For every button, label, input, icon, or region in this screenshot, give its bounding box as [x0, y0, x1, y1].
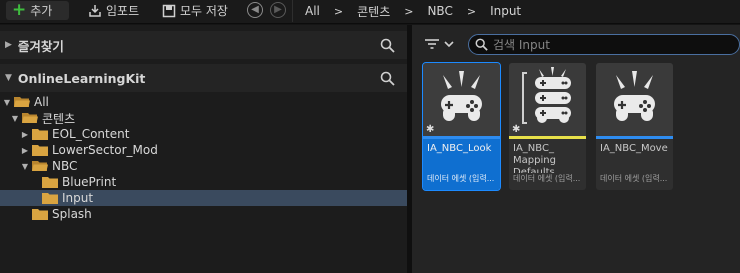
content-browser-toolbar: + 추가 임포트 모두 저장 ◀ ▶ All > 콘텐츠 > NBC > Inp… [0, 0, 740, 24]
expanded-arrow-icon: ▼ [5, 73, 12, 83]
asset-type-color-bar [423, 136, 500, 139]
tree-item-lowersector-mod[interactable]: ▶ LowerSector_Mod [0, 142, 407, 158]
import-button[interactable]: 임포트 [88, 1, 139, 20]
asset-view-panel: ✱ IA_NBC_Look 데이터 에셋 (입력... [412, 25, 740, 273]
favorites-header[interactable]: ▶ 즐겨찾기 [0, 31, 407, 59]
search-input[interactable] [493, 37, 713, 52]
sources-panel: ▶ 즐겨찾기 ▼ OnlineLearningKit ▼ All ▼ 콘텐츠 ▶ [0, 25, 407, 273]
breadcrumb-separator[interactable]: > [467, 5, 476, 18]
tree-item-all[interactable]: ▼ All [0, 94, 407, 110]
collapsed-arrow-icon[interactable]: ▶ [20, 130, 30, 139]
folder-icon [32, 145, 48, 156]
tree-item-blueprint[interactable]: BluePrint [0, 174, 407, 190]
tree-item-label: NBC [52, 159, 78, 173]
folder-open-icon [14, 97, 30, 107]
arrow-left-icon: ◀ [251, 4, 259, 15]
breadcrumb-content[interactable]: 콘텐츠 [357, 3, 390, 20]
gamepad-stack-icon [522, 67, 571, 124]
expanded-arrow-icon[interactable]: ▼ [2, 98, 12, 107]
tree-item-content[interactable]: ▼ 콘텐츠 [0, 110, 407, 126]
asset-type-color-bar [509, 136, 586, 139]
save-all-button-label: 모두 저장 [180, 4, 228, 18]
project-header[interactable]: ▼ OnlineLearningKit [0, 64, 407, 92]
asset-thumbnail [423, 63, 500, 136]
folder-open-icon [22, 113, 38, 123]
asset-tile-ia-nbc-look[interactable]: ✱ IA_NBC_Look 데이터 에셋 (입력... [422, 62, 501, 191]
collapsed-arrow-icon: ▶ [5, 40, 12, 50]
asset-type-color-bar [596, 136, 673, 139]
tree-item-nbc[interactable]: ▼ NBC [0, 158, 407, 174]
chevron-down-icon [444, 41, 454, 48]
tree-item-eol-content[interactable]: ▶ EOL_Content [0, 126, 407, 142]
tree-item-splash[interactable]: Splash [0, 206, 407, 222]
import-button-label: 임포트 [106, 4, 140, 18]
tree-item-label: LowerSector_Mod [52, 143, 158, 157]
asset-type: 데이터 에셋 (입력... [600, 174, 668, 183]
asset-modified-icon: ✱ [426, 124, 435, 135]
breadcrumb-nbc[interactable]: NBC [427, 4, 452, 18]
breadcrumb-separator[interactable]: > [404, 5, 413, 18]
tree-item-label: 콘텐츠 [42, 111, 76, 126]
expanded-arrow-icon[interactable]: ▼ [20, 162, 30, 171]
arrow-right-icon: ▶ [274, 4, 282, 15]
asset-thumbnail [509, 63, 586, 136]
favorites-label: 즐겨찾기 [17, 38, 64, 54]
tree-item-label: All [34, 95, 49, 109]
breadcrumb: All > 콘텐츠 > NBC > Input [292, 0, 521, 22]
asset-search-box[interactable] [468, 34, 740, 55]
gamepad-icon [441, 71, 482, 121]
tree-item-label: Input [62, 191, 94, 205]
save-all-button[interactable]: 모두 저장 [162, 1, 228, 20]
history-back-button[interactable]: ◀ [247, 2, 263, 18]
folder-open-icon [32, 161, 48, 171]
import-icon [89, 4, 101, 17]
search-icon[interactable] [380, 38, 395, 53]
collapsed-arrow-icon[interactable]: ▶ [20, 146, 30, 155]
breadcrumb-separator[interactable]: > [334, 5, 343, 18]
tree-item-label: EOL_Content [52, 127, 130, 141]
add-button-label: 추가 [30, 4, 53, 18]
asset-thumbnail [596, 63, 673, 136]
asset-tile-ia-nbc-move[interactable]: IA_NBC_Move 데이터 에셋 (입력... [596, 63, 673, 190]
asset-tile-ia-nbc-mapping[interactable]: ✱ IA_NBC_ Mapping Defaults 데이터 에셋 (입력... [509, 63, 586, 190]
folder-icon [42, 193, 58, 204]
folder-icon [32, 209, 48, 220]
tree-item-label: BluePrint [62, 175, 117, 189]
folder-icon [32, 129, 48, 140]
plus-icon: + [12, 0, 27, 20]
filter-button[interactable] [424, 36, 460, 52]
filter-icon [425, 39, 439, 49]
asset-name: IA_NBC_Look [427, 143, 492, 154]
gamepad-icon [614, 71, 655, 121]
save-icon [162, 4, 176, 17]
expanded-arrow-icon[interactable]: ▼ [10, 114, 20, 123]
history-forward-button[interactable]: ▶ [270, 2, 286, 18]
asset-modified-icon: ✱ [512, 124, 521, 135]
search-icon [475, 38, 488, 51]
project-label: OnlineLearningKit [17, 70, 146, 86]
tree-item-input[interactable]: Input [0, 190, 407, 206]
folder-icon [42, 177, 58, 188]
asset-type: 데이터 에셋 (입력... [513, 173, 585, 184]
asset-type: 데이터 에셋 (입력... [427, 174, 495, 183]
breadcrumb-all[interactable]: All [305, 4, 320, 18]
breadcrumb-input[interactable]: Input [490, 4, 521, 18]
add-button[interactable]: + 추가 [6, 1, 69, 20]
asset-name: IA_NBC_Move [600, 143, 668, 154]
search-icon[interactable] [380, 71, 395, 86]
tree-item-label: Splash [52, 207, 92, 221]
